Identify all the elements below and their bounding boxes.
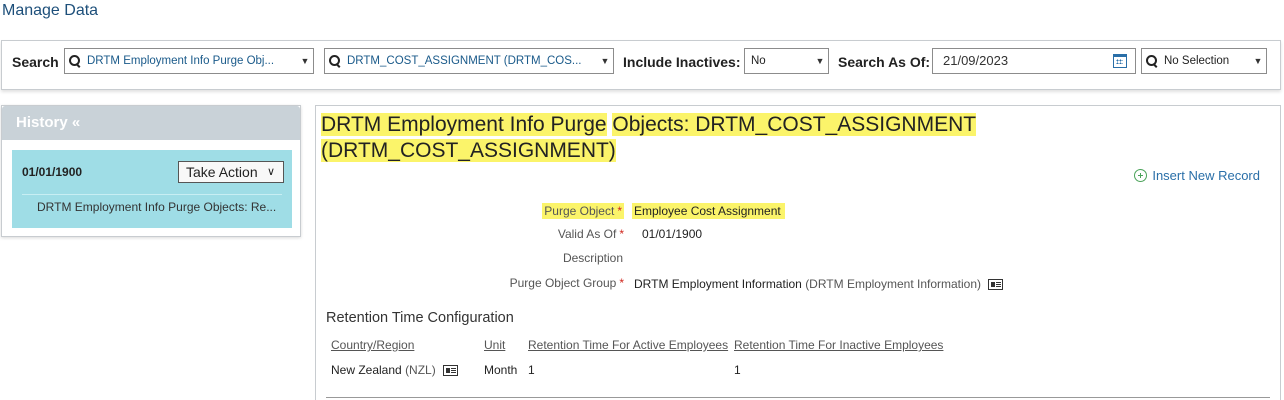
history-entry[interactable]: 01/01/1900 Take Action ∨ DRTM Employment… — [12, 150, 292, 228]
column-header-country[interactable]: Country/Region — [331, 338, 414, 352]
take-action-label: Take Action — [186, 164, 258, 180]
filter-value: No Selection — [1164, 55, 1230, 67]
record-title-part2: Objects: DRTM_COST_ASSIGNMENT — [612, 113, 977, 136]
purge-object-group-label: Purge Object Group * — [509, 276, 624, 290]
required-mark: * — [619, 276, 624, 290]
chevron-down-icon: ∨ — [266, 166, 275, 178]
retention-section-title: Retention Time Configuration — [326, 310, 514, 326]
insert-new-record-button[interactable]: Insert New Record — [1134, 168, 1260, 183]
cell-country: New Zealand (NZL) — [331, 363, 459, 377]
purge-object-value: Employee Cost Assignment — [632, 203, 785, 219]
column-header-unit[interactable]: Unit — [484, 338, 505, 352]
cell-active: 1 — [528, 363, 535, 377]
valid-as-of-label: Valid As Of * — [557, 227, 624, 241]
record-title: DRTM Employment Info Purge Objects: DRTM… — [321, 112, 1021, 164]
caret-down-icon: ▼ — [300, 56, 310, 66]
object-instance-select[interactable]: DRTM_COST_ASSIGNMENT (DRTM_COS... ▼ — [324, 48, 614, 74]
required-mark: * — [617, 204, 622, 218]
filter-select[interactable]: No Selection ▼ — [1141, 48, 1267, 74]
search-as-of-label: Search As Of: — [838, 54, 931, 70]
history-panel: History « 01/01/1900 Take Action ∨ DRTM … — [1, 105, 301, 237]
add-circle-icon — [1134, 169, 1148, 182]
calendar-icon[interactable] — [1113, 54, 1127, 68]
search-icon — [329, 55, 341, 67]
description-label: Description — [562, 251, 623, 265]
record-title-part1: DRTM Employment Info Purge — [321, 113, 607, 136]
history-entry-description: DRTM Employment Info Purge Objects: Re..… — [37, 200, 277, 214]
purge-object-label: Purge Object * — [542, 203, 624, 219]
history-toggle[interactable]: History « — [2, 106, 300, 140]
purge-object-group-code: (DRTM Employment Information) — [805, 277, 982, 291]
object-type-value: DRTM Employment Info Purge Obj... — [87, 55, 275, 67]
object-type-select[interactable]: DRTM Employment Info Purge Obj... ▼ — [64, 48, 314, 74]
caret-down-icon: ▼ — [815, 56, 825, 66]
object-instance-value: DRTM_COST_ASSIGNMENT (DRTM_COS... — [347, 55, 582, 67]
purge-object-group-value: DRTM Employment Information (DRTM Employ… — [634, 277, 1004, 291]
caret-down-icon: ▼ — [600, 56, 610, 66]
quick-card-icon[interactable] — [988, 279, 1004, 290]
quick-card-icon[interactable] — [443, 365, 459, 376]
search-icon — [69, 55, 81, 67]
search-label: Search — [12, 54, 59, 70]
caret-down-icon: ▼ — [1253, 56, 1263, 66]
record-title-part3: (DRTM_COST_ASSIGNMENT) — [321, 139, 616, 162]
record-panel: DRTM Employment Info Purge Objects: DRTM… — [315, 105, 1281, 400]
take-action-button[interactable]: Take Action ∨ — [178, 161, 284, 183]
column-header-active[interactable]: Retention Time For Active Employees — [528, 338, 728, 352]
search-as-of-value: 21/09/2023 — [943, 53, 1009, 68]
include-inactives-value: No — [751, 55, 766, 67]
cell-unit: Month — [484, 363, 518, 377]
required-mark: * — [619, 227, 624, 241]
history-entry-date: 01/01/1900 — [22, 165, 83, 179]
purge-object-group-name: DRTM Employment Information — [634, 277, 802, 291]
include-inactives-select[interactable]: No ▼ — [744, 48, 829, 74]
search-bar: Search DRTM Employment Info Purge Obj...… — [1, 40, 1281, 90]
country-code: (NZL) — [405, 363, 436, 377]
search-as-of-input[interactable]: 21/09/2023 — [932, 48, 1136, 74]
valid-as-of-value: 01/01/1900 — [642, 227, 703, 241]
search-icon — [1146, 55, 1158, 67]
column-header-inactive[interactable]: Retention Time For Inactive Employees — [734, 338, 943, 352]
divider — [22, 194, 282, 195]
page-title: Manage Data — [2, 2, 99, 19]
include-inactives-label: Include Inactives: — [623, 54, 741, 70]
cell-inactive: 1 — [734, 363, 741, 377]
divider — [326, 397, 1270, 398]
insert-new-record-label: Insert New Record — [1152, 168, 1260, 183]
